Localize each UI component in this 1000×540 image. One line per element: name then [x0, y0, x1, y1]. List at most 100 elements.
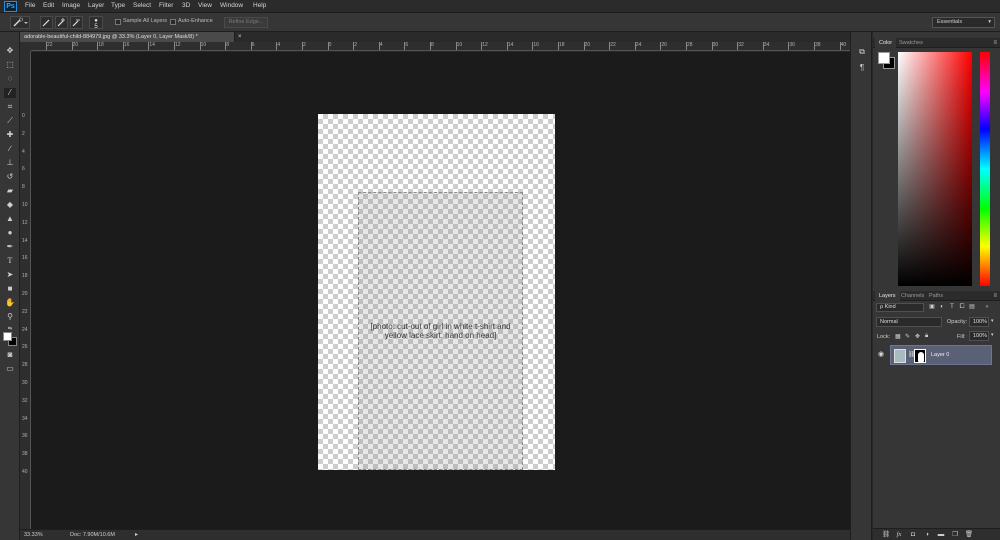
healing-brush-tool-icon[interactable]: ✚	[4, 130, 16, 140]
ruler-top-tick	[609, 42, 611, 50]
fill-input[interactable]: 100%	[969, 331, 989, 341]
canvas-area[interactable]: [photo: cut-out of girl in white t-shirt…	[31, 52, 850, 529]
pixel-filter-icon[interactable]: ▣	[928, 302, 936, 312]
history-brush-tool-icon[interactable]: ↺	[4, 172, 16, 182]
foreground-color-swatch[interactable]	[3, 332, 12, 341]
new-group-icon[interactable]: ▬	[936, 530, 946, 540]
eraser-tool-icon[interactable]: ▰	[4, 186, 16, 196]
eyedropper-tool-icon[interactable]: ⟋	[4, 116, 16, 126]
menu-select[interactable]: Select	[133, 2, 151, 9]
fill-value: 100%	[973, 333, 988, 339]
crop-tool-icon[interactable]: ⌗	[4, 102, 16, 112]
quick-mask-icon[interactable]: ◙	[4, 350, 16, 360]
refine-edge-button[interactable]: Refine Edge...	[224, 17, 268, 28]
menu-layer[interactable]: Layer	[88, 2, 104, 9]
close-tab-icon[interactable]: ×	[238, 32, 242, 42]
vertical-ruler[interactable]: 0 2 4 6 8 10 12 14 16 18 20 22 24 26 28 30 32 34 36 38 40	[20, 51, 31, 529]
marquee-tool-icon[interactable]: ⬚	[4, 60, 16, 70]
subtract-from-selection-button[interactable]	[70, 16, 83, 29]
screen-mode-icon[interactable]: ▭	[4, 364, 16, 374]
menu-edit[interactable]: Edit	[43, 2, 54, 9]
menu-image[interactable]: Image	[62, 2, 80, 9]
ruler-top-tick	[814, 42, 815, 50]
lasso-tool-icon[interactable]: ◌	[4, 74, 16, 84]
zoom-tool-icon[interactable]: ⚲	[4, 312, 16, 322]
quick-selection-icon	[13, 17, 28, 27]
document-tab[interactable]: adorable-beautiful-child-884979.jpg @ 33…	[20, 32, 235, 42]
ruler-top-tick	[250, 42, 252, 50]
tab-layers[interactable]: Layers	[875, 291, 900, 301]
type-tool-icon[interactable]: T	[4, 256, 16, 266]
tab-swatches[interactable]: Swatches	[895, 38, 927, 48]
hue-slider[interactable]	[980, 52, 990, 286]
auto-enhance-checkbox[interactable]	[170, 19, 176, 25]
color-panel-foreground-swatch[interactable]	[878, 52, 890, 64]
tab-color[interactable]: Color	[875, 38, 897, 48]
dodge-tool-icon[interactable]: ●	[4, 228, 16, 238]
color-picker-field[interactable]	[898, 52, 972, 286]
lock-image-icon[interactable]: ✎	[905, 333, 910, 340]
opacity-dropdown-arrow-icon[interactable]: ▾	[991, 318, 994, 324]
ruler-top-tick	[737, 42, 739, 50]
menu-type[interactable]: Type	[111, 2, 125, 9]
lock-all-icon[interactable]: 🔒︎	[925, 333, 928, 340]
smart-object-filter-icon[interactable]: ▤	[968, 302, 976, 312]
ruler-left-label: 20	[22, 291, 28, 297]
pen-tool-icon[interactable]: ✒	[4, 242, 16, 252]
menu-filter[interactable]: Filter	[159, 2, 173, 9]
ruler-top-label: 10	[200, 42, 207, 48]
menu-view[interactable]: View	[198, 2, 212, 9]
document-canvas[interactable]: [photo: cut-out of girl in white t-shirt…	[318, 114, 555, 470]
tool-preset-picker[interactable]	[10, 16, 30, 29]
layer-row[interactable]: ⛓ Layer 0	[890, 345, 992, 365]
add-mask-icon[interactable]: ◘	[908, 530, 918, 540]
sample-all-layers-checkbox[interactable]	[115, 19, 121, 25]
layer-name[interactable]: Layer 0	[931, 352, 949, 358]
add-to-selection-button[interactable]	[55, 16, 68, 29]
adjustment-layer-icon[interactable]: ◑	[922, 530, 932, 540]
layer-filter-kind-dropdown[interactable]: ρ Kind	[876, 303, 924, 312]
layers-panel-menu-icon[interactable]: ≡	[993, 291, 997, 301]
adjustment-filter-icon[interactable]: ◐	[938, 302, 946, 312]
layer-mask-thumbnail[interactable]	[914, 349, 926, 363]
ruler-top-tick	[71, 42, 73, 50]
tab-channels[interactable]: Channels	[897, 291, 928, 301]
layer-visibility-eye-icon[interactable]: ◉	[878, 350, 884, 358]
lock-position-icon[interactable]: ✥	[915, 333, 920, 340]
new-layer-icon[interactable]: ❐	[950, 530, 960, 540]
quick-selection-tool-icon[interactable]: ⁄	[4, 88, 16, 98]
properties-panel-icon[interactable]: ¶	[856, 62, 868, 74]
hand-tool-icon[interactable]: ✋	[4, 298, 16, 308]
fill-dropdown-arrow-icon[interactable]: ▾	[991, 332, 994, 338]
new-selection-button[interactable]	[40, 16, 53, 29]
filter-toggle-icon[interactable]: ●	[983, 302, 991, 312]
rectangle-tool-icon[interactable]: ■	[4, 284, 16, 294]
blur-tool-icon[interactable]: ▲	[4, 214, 16, 224]
blend-mode-dropdown[interactable]: Normal	[876, 317, 942, 327]
layer-style-fx-icon[interactable]: fx	[894, 530, 904, 540]
brush-size-picker[interactable]: ● 5	[89, 16, 103, 30]
zoom-level[interactable]: 33.33%	[24, 532, 43, 538]
opacity-input[interactable]: 100%	[969, 317, 989, 327]
shape-filter-icon[interactable]: ⧠	[958, 302, 966, 312]
clone-stamp-tool-icon[interactable]: ⊥	[4, 158, 16, 168]
menu-help[interactable]: Help	[253, 2, 266, 9]
move-tool-icon[interactable]: ✥	[4, 46, 16, 56]
delete-layer-icon[interactable]: 🗑︎	[964, 530, 974, 540]
ruler-top-label: 22	[610, 42, 616, 48]
panel-menu-icon[interactable]: ≡	[993, 38, 997, 48]
tab-paths[interactable]: Paths	[925, 291, 947, 301]
menu-window[interactable]: Window	[220, 2, 243, 9]
brush-tool-icon[interactable]: ∕	[4, 144, 16, 154]
lock-transparent-icon[interactable]: ▦	[895, 333, 901, 340]
menu-file[interactable]: File	[25, 2, 35, 9]
type-filter-icon[interactable]: T	[948, 302, 956, 312]
link-layers-icon[interactable]: ⛓	[881, 530, 891, 540]
menu-3d[interactable]: 3D	[182, 2, 190, 9]
path-selection-tool-icon[interactable]: ➤	[4, 270, 16, 280]
horizontal-ruler[interactable]: 22 20 18 16 14 12 10 8 6 4 2 0 2 4 6 8 10 12 14 16 18 20 22 24 2…	[31, 42, 850, 51]
history-panel-icon[interactable]: ⧉	[856, 46, 868, 58]
paint-bucket-tool-icon[interactable]: ◆	[4, 200, 16, 210]
workspace-dropdown[interactable]: Essentials ▾	[932, 17, 995, 28]
status-menu-arrow-icon[interactable]: ▸	[135, 531, 138, 538]
